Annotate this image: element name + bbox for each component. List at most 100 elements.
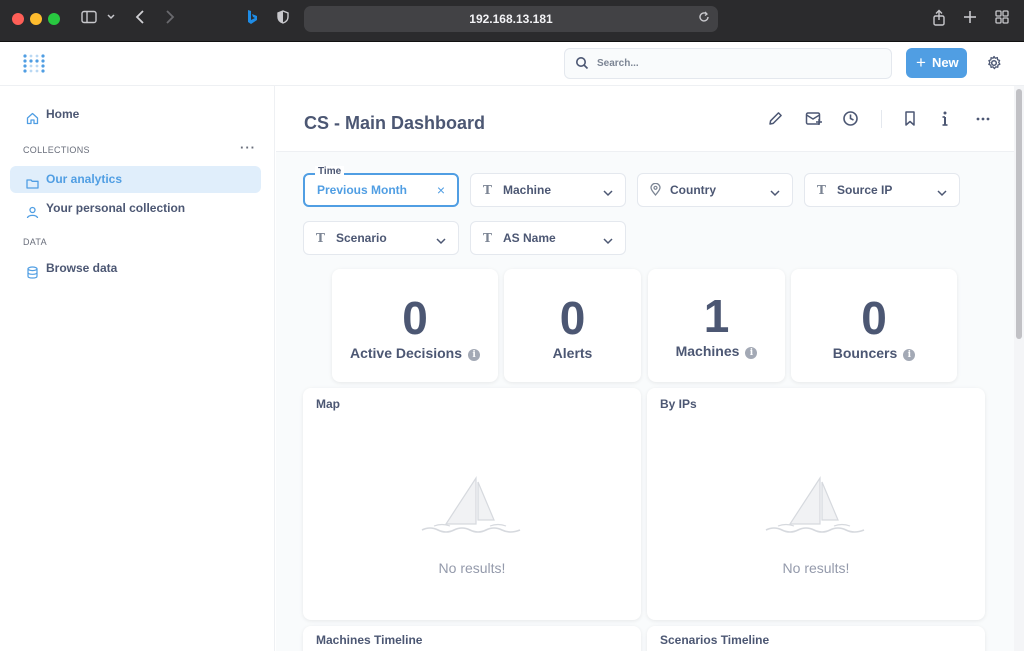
stat-label: Alerts bbox=[552, 345, 593, 361]
sidebar-item-label: Your personal collection bbox=[46, 201, 186, 215]
forward-icon[interactable] bbox=[162, 9, 178, 31]
chevron-down-icon bbox=[770, 186, 780, 200]
map-panel[interactable]: Map No results! bbox=[303, 388, 641, 620]
filter-label: Country bbox=[670, 183, 716, 197]
share-icon[interactable] bbox=[930, 9, 948, 31]
new-button[interactable]: + New bbox=[906, 48, 967, 78]
gear-icon[interactable] bbox=[986, 55, 1002, 76]
bookmark-icon[interactable] bbox=[903, 110, 917, 132]
new-tab-icon[interactable] bbox=[961, 9, 979, 31]
sidebar: Home COLLECTIONS ··· Our analytics Your … bbox=[0, 86, 275, 651]
filter-label: Machine bbox=[503, 183, 552, 197]
machines-card[interactable]: 1 Machines i bbox=[648, 269, 785, 382]
active-decisions-card[interactable]: 0 Active Decisions i bbox=[332, 269, 498, 382]
close-window-button[interactable] bbox=[12, 13, 24, 25]
search-placeholder: Search... bbox=[597, 58, 639, 69]
data-heading: DATA bbox=[23, 237, 47, 247]
machine-filter[interactable]: T Machine bbox=[470, 173, 626, 207]
bing-extension-icon[interactable] bbox=[244, 9, 260, 31]
stat-label-text: Machines bbox=[675, 343, 740, 359]
panel-title: Map bbox=[316, 397, 340, 411]
sidebar-item-label: Home bbox=[46, 107, 80, 121]
sidebar-toggle-icon[interactable] bbox=[80, 9, 98, 31]
info-icon[interactable]: i bbox=[745, 347, 758, 359]
panel-title: By IPs bbox=[660, 397, 697, 411]
new-button-label: New bbox=[931, 55, 959, 70]
no-results-text: No results! bbox=[438, 560, 506, 576]
bouncers-card[interactable]: 0 Bouncers i bbox=[791, 269, 957, 382]
edit-pencil-icon[interactable] bbox=[767, 110, 784, 132]
by-ips-panel[interactable]: By IPs No results! bbox=[647, 388, 985, 620]
no-results-text: No results! bbox=[782, 560, 850, 576]
country-filter[interactable]: Country bbox=[637, 173, 793, 207]
sidebar-item-our-analytics[interactable]: Our analytics bbox=[10, 166, 261, 193]
info-icon[interactable]: i bbox=[903, 349, 916, 361]
sidebar-item-home[interactable]: Home bbox=[10, 101, 261, 128]
machines-timeline-panel[interactable]: Machines Timeline bbox=[303, 626, 641, 651]
panel-title: Machines Timeline bbox=[316, 633, 423, 647]
chevron-down-icon bbox=[436, 234, 446, 248]
chevron-down-icon bbox=[603, 234, 613, 248]
page-title: CS - Main Dashboard bbox=[304, 113, 486, 133]
scrollbar-thumb[interactable] bbox=[1016, 89, 1022, 339]
chevron-down-icon[interactable] bbox=[104, 9, 118, 31]
main-scrollbar[interactable] bbox=[1014, 86, 1024, 651]
source-ip-filter[interactable]: T Source IP bbox=[804, 173, 960, 207]
stat-label: Machines i bbox=[648, 343, 785, 359]
sailboat-icon bbox=[764, 474, 868, 539]
reload-icon[interactable] bbox=[698, 6, 710, 32]
person-icon bbox=[26, 202, 39, 229]
stat-label-text: Active Decisions bbox=[349, 345, 463, 361]
stat-value: 0 bbox=[402, 292, 428, 344]
minimize-window-button[interactable] bbox=[30, 13, 42, 25]
text-type-icon: T bbox=[817, 183, 826, 197]
history-clock-icon[interactable] bbox=[842, 110, 859, 132]
dashboard-header: CS - Main Dashboard bbox=[276, 86, 1014, 152]
more-options-icon[interactable] bbox=[976, 110, 990, 132]
dashboard-main: CS - Main Dashboard Time Previous Month … bbox=[276, 86, 1014, 651]
metabase-logo-icon[interactable] bbox=[22, 53, 46, 75]
stat-label: Bouncers i bbox=[791, 345, 957, 361]
header-divider bbox=[881, 110, 882, 128]
text-type-icon: T bbox=[316, 231, 325, 245]
panel-title: Scenarios Timeline bbox=[660, 633, 770, 647]
address-url: 192.168.13.181 bbox=[469, 12, 553, 26]
stat-value: 0 bbox=[861, 292, 887, 344]
sidebar-item-label: Browse data bbox=[46, 261, 118, 275]
browser-toolbar: 192.168.13.181 bbox=[0, 0, 1024, 42]
app-header: Search... + New bbox=[0, 43, 1024, 86]
home-icon bbox=[26, 108, 39, 135]
filter-label: AS Name bbox=[503, 231, 556, 245]
subscription-icon[interactable] bbox=[805, 110, 823, 132]
database-icon bbox=[26, 262, 39, 289]
info-icon[interactable]: i bbox=[468, 349, 481, 361]
time-filter[interactable]: Time Previous Month × bbox=[303, 166, 459, 207]
search-input[interactable]: Search... bbox=[564, 48, 892, 79]
chevron-down-icon bbox=[937, 186, 947, 200]
alerts-card[interactable]: 0 Alerts bbox=[504, 269, 641, 382]
plus-icon: + bbox=[916, 53, 926, 72]
address-bar[interactable]: 192.168.13.181 bbox=[304, 6, 718, 32]
text-type-icon: T bbox=[483, 231, 492, 245]
search-icon bbox=[575, 56, 589, 75]
chevron-down-icon bbox=[603, 186, 613, 200]
tab-overview-icon[interactable] bbox=[993, 9, 1011, 31]
stat-label: Active Decisions i bbox=[332, 345, 498, 361]
scenarios-timeline-panel[interactable]: Scenarios Timeline bbox=[647, 626, 985, 651]
sailboat-icon bbox=[420, 474, 524, 539]
as-name-filter[interactable]: T AS Name bbox=[470, 221, 626, 255]
back-icon[interactable] bbox=[132, 9, 148, 31]
clear-icon[interactable]: × bbox=[437, 175, 445, 205]
collections-more-icon[interactable]: ··· bbox=[240, 140, 256, 155]
text-type-icon: T bbox=[483, 183, 492, 197]
stat-label-text: Bouncers bbox=[832, 345, 898, 361]
sidebar-item-personal-collection[interactable]: Your personal collection bbox=[10, 195, 261, 222]
time-filter-value: Previous Month bbox=[317, 183, 408, 197]
shield-icon[interactable] bbox=[275, 9, 291, 31]
scenario-filter[interactable]: T Scenario bbox=[303, 221, 459, 255]
info-icon[interactable] bbox=[940, 110, 950, 132]
filter-label: Source IP bbox=[837, 183, 893, 197]
zoom-window-button[interactable] bbox=[48, 13, 60, 25]
sidebar-item-browse-data[interactable]: Browse data bbox=[10, 255, 261, 282]
sidebar-item-label: Our analytics bbox=[46, 172, 123, 186]
